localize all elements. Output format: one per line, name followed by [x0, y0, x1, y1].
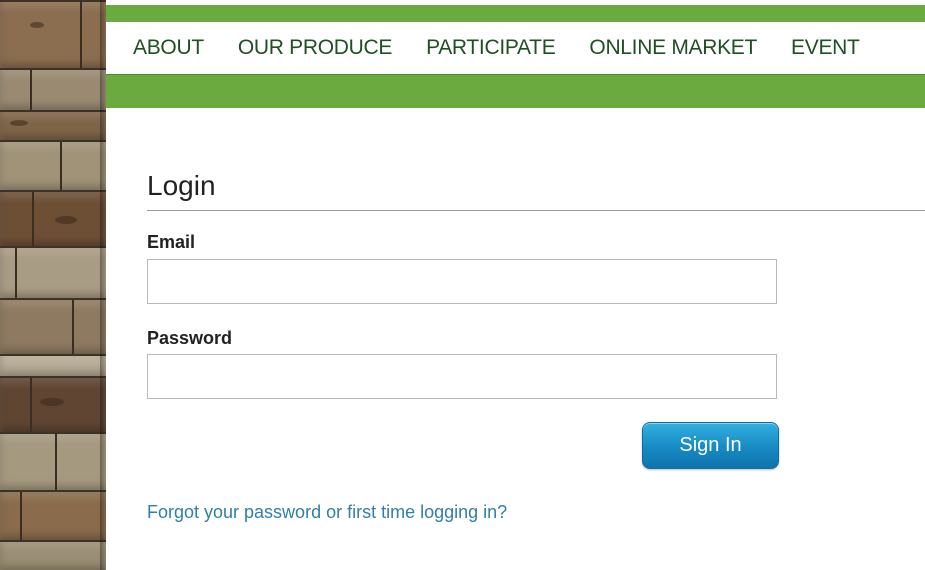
nav-item-about[interactable]: ABOUT: [133, 36, 204, 60]
nav-item-online-market[interactable]: ONLINE MARKET: [589, 36, 757, 60]
page-title: Login: [147, 170, 216, 201]
forgot-password-link[interactable]: Forgot your password or first time loggi…: [147, 502, 507, 523]
password-label: Password: [147, 328, 233, 348]
wood-plank-decoration: [0, 0, 106, 570]
email-label: Email: [147, 232, 196, 252]
nav-item-events[interactable]: EVENT: [791, 36, 860, 60]
header-green-band-bottom: [106, 75, 925, 108]
nav-list: ABOUT OUR PRODUCE PARTICIPATE ONLINE MAR…: [106, 22, 925, 74]
sign-in-button[interactable]: Sign In: [642, 422, 779, 469]
title-divider: [147, 210, 925, 211]
nav-item-participate[interactable]: PARTICIPATE: [426, 36, 556, 60]
nav-item-our-produce[interactable]: OUR PRODUCE: [238, 36, 393, 60]
main-navigation: ABOUT OUR PRODUCE PARTICIPATE ONLINE MAR…: [106, 22, 925, 75]
password-field[interactable]: [147, 354, 777, 399]
header-green-band-top: [106, 5, 925, 22]
email-field[interactable]: [147, 259, 777, 304]
page: ABOUT OUR PRODUCE PARTICIPATE ONLINE MAR…: [0, 0, 925, 570]
